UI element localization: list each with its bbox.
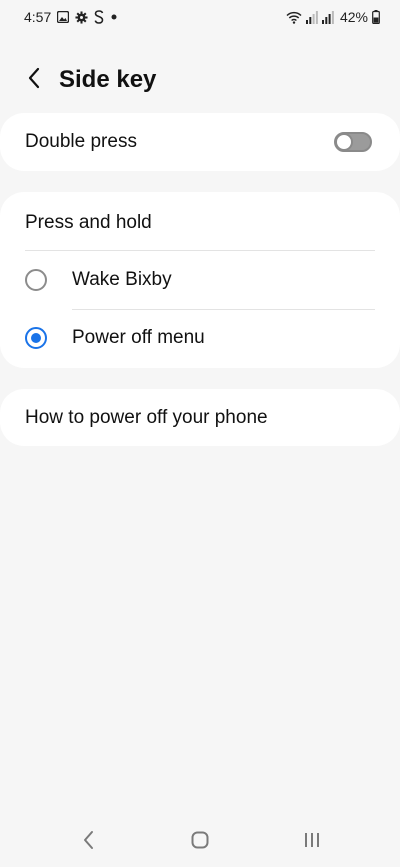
radio-selected-dot xyxy=(31,333,41,343)
press-and-hold-card: Press and hold Wake Bixby Power off menu xyxy=(0,192,400,368)
gallery-icon xyxy=(57,11,70,23)
status-right: 42% xyxy=(286,9,380,25)
back-button[interactable] xyxy=(18,64,50,96)
battery-percent: 42% xyxy=(339,9,368,25)
toggle-knob xyxy=(335,133,353,151)
back-icon xyxy=(82,830,94,855)
option-wake-bixby[interactable]: Wake Bixby xyxy=(0,251,400,309)
option-label: Power off menu xyxy=(72,327,205,348)
dot-icon xyxy=(110,13,118,21)
radio-wake-bixby[interactable] xyxy=(25,269,47,291)
option-power-off-menu[interactable]: Power off menu xyxy=(0,309,400,367)
double-press-label: Double press xyxy=(25,131,137,152)
how-to-power-off-label: How to power off your phone xyxy=(25,407,268,428)
nav-home-button[interactable] xyxy=(180,828,220,856)
radio-power-off-menu[interactable] xyxy=(25,327,47,349)
status-bar: 4:57 42% xyxy=(0,0,400,36)
status-left: 4:57 xyxy=(24,9,118,25)
double-press-row[interactable]: Double press xyxy=(0,113,400,171)
signal-icon xyxy=(305,10,318,24)
page-title: Side key xyxy=(59,66,157,93)
s-icon xyxy=(94,10,104,24)
navigation-bar xyxy=(0,816,400,867)
how-to-power-off-link[interactable]: How to power off your phone xyxy=(0,389,400,446)
nav-recents-button[interactable] xyxy=(292,828,332,856)
home-icon xyxy=(191,831,209,854)
recents-icon xyxy=(303,831,321,854)
settings-gear-icon xyxy=(75,10,88,24)
nav-back-button[interactable] xyxy=(68,828,108,856)
header: Side key xyxy=(0,58,400,102)
wifi-icon xyxy=(286,11,302,24)
status-time: 4:57 xyxy=(24,9,52,25)
option-label: Wake Bixby xyxy=(72,269,172,290)
signal-icon-2 xyxy=(321,10,334,24)
chevron-left-icon xyxy=(27,67,41,94)
press-and-hold-title: Press and hold xyxy=(25,212,152,233)
battery-icon xyxy=(372,10,380,24)
double-press-toggle[interactable] xyxy=(334,132,372,152)
